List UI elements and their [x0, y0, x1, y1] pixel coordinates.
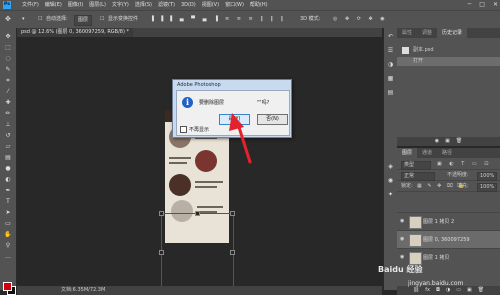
baidu-watermark-url: jingyan.baidu.com [408, 280, 464, 287]
layer-row[interactable]: ◉ 图层 1 拷贝 2 [397, 212, 500, 230]
layer-name: 图层 0, 360097259 [423, 237, 470, 243]
layers-panel-footer: ⛓ fx ◘ ◑ ▭ ▣ 🗑 [397, 286, 500, 295]
opacity-input[interactable]: 100% [477, 172, 497, 181]
fill-input[interactable]: 100% [477, 183, 497, 192]
history-panel: 属性 调整 历史记录 副本.psd 打开 ◉ ▣ 🗑 [397, 28, 500, 146]
layer-style-icon[interactable]: fx [425, 286, 430, 295]
tab-paths[interactable]: 路径 [437, 148, 457, 158]
lock-label: 锁定: [401, 183, 413, 189]
tab-properties[interactable]: 属性 [397, 28, 417, 38]
layer-name: 图层 1 拷贝 [423, 255, 450, 261]
visibility-eye-icon[interactable]: ◉ [400, 254, 404, 260]
adjustment-layer-icon[interactable]: ◑ [446, 286, 450, 295]
layer-filter-row: 类型 ▣ ◐ T ▭ ⊡ [397, 160, 500, 170]
group-icon[interactable]: ▭ [456, 286, 461, 295]
history-snapshot[interactable]: 副本.psd [397, 46, 500, 55]
tab-channels[interactable]: 通道 [417, 148, 437, 158]
color-panel-icon[interactable]: ▦ [386, 74, 395, 83]
baidu-watermark: Baidu 经验 [378, 265, 423, 274]
layers-panel-icon[interactable]: ◈ [386, 162, 395, 171]
snapshot-thumbnail [402, 47, 409, 54]
layer-thumbnail [409, 234, 422, 247]
tab-history[interactable]: 历史记录 [437, 28, 468, 38]
link-layers-icon[interactable]: ⛓ [413, 286, 419, 295]
history-item-label: 打开 [413, 58, 424, 64]
layers-panel-tabs: 图层 通道 路径 [397, 148, 500, 158]
history-item[interactable]: 打开 [397, 57, 500, 66]
new-layer-icon[interactable]: ▣ [467, 286, 472, 295]
camera-icon[interactable]: ▣ [445, 137, 450, 146]
panel-icon-strip: ↶ ☰ ◑ ▦ ▤ ◈ ◉ ✦ [383, 28, 397, 290]
layer-thumbnail [409, 216, 422, 229]
opacity-label: 不透明度: [447, 172, 469, 178]
layer-kind-dropdown[interactable]: 类型 [401, 161, 431, 170]
trash-icon[interactable]: 🗑 [478, 286, 484, 295]
tab-adjustments[interactable]: 调整 [417, 28, 437, 38]
channels-panel-icon[interactable]: ◉ [386, 176, 395, 185]
history-panel-icon[interactable]: ↶ [386, 32, 395, 41]
history-panel-tabs: 属性 调整 历史记录 [397, 28, 500, 38]
new-snapshot-icon[interactable]: ◉ [435, 137, 439, 146]
trash-icon[interactable]: 🗑 [456, 137, 462, 146]
blend-mode-dropdown[interactable]: 正常 [401, 172, 435, 181]
swatches-panel-icon[interactable]: ▤ [386, 88, 395, 97]
layer-filter-icons[interactable]: ▣ ◐ T ▭ ⊡ [437, 160, 491, 169]
fill-label: 填充: [457, 183, 469, 189]
visibility-eye-icon[interactable]: ◉ [400, 218, 404, 224]
history-panel-footer: ◉ ▣ 🗑 [397, 137, 500, 146]
snapshot-label: 副本.psd [413, 47, 434, 53]
adjustments-panel-icon[interactable]: ◑ [386, 60, 395, 69]
layer-blend-row: 正常 不透明度: 100% [397, 171, 500, 181]
properties-panel-icon[interactable]: ☰ [386, 46, 395, 55]
paths-panel-icon[interactable]: ✦ [386, 190, 395, 199]
layer-row[interactable]: ◉ 图层 0, 360097259 [397, 230, 500, 248]
tab-layers[interactable]: 图层 [397, 148, 418, 158]
visibility-eye-icon[interactable]: ◉ [400, 236, 404, 242]
layer-mask-icon[interactable]: ◘ [436, 286, 440, 295]
layer-name: 图层 1 拷贝 2 [423, 219, 455, 225]
layer-lock-row: 锁定: ▦ ✎ ✥ ⌧ 🔒 填充: 100% [397, 182, 500, 192]
